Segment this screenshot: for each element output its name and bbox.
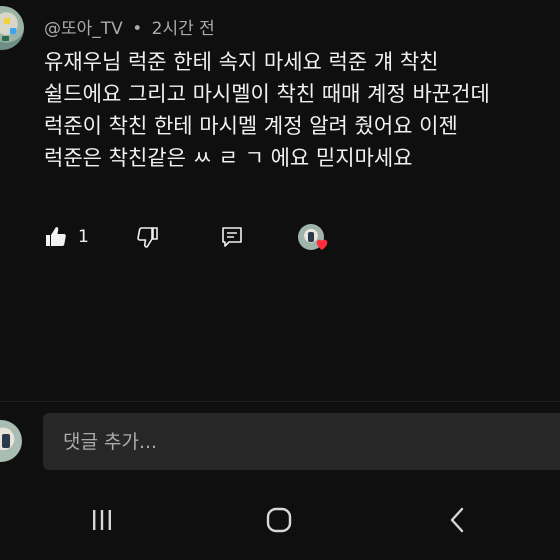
thumbs-up-icon xyxy=(46,227,66,246)
system-nav-bar xyxy=(0,480,560,560)
comment-screen: @또아_TV • 2시간 전 유재우님 럭준 한테 속지 마세요 럭준 걔 착친… xyxy=(0,0,560,560)
reply-icon xyxy=(222,227,242,247)
add-comment-input[interactable] xyxy=(43,413,560,470)
home-button[interactable] xyxy=(257,500,301,540)
like-button[interactable]: 1 xyxy=(44,222,89,252)
back-button[interactable] xyxy=(436,500,480,540)
comment-line: 럭준은 착친같은 ㅆ ㄹ ㄱ 에요 믿지마세요 xyxy=(44,146,413,170)
recents-icon xyxy=(93,510,111,530)
home-icon xyxy=(266,507,292,533)
comment-line: 럭준이 착친 한테 마시멜 계정 알려 줬어요 이젠 xyxy=(44,114,458,138)
comment-meta: @또아_TV • 2시간 전 xyxy=(44,14,215,39)
comment-line: 유재우님 럭준 한테 속지 마세요 럭준 걔 착친 xyxy=(44,50,439,74)
thumbs-down-icon xyxy=(137,227,158,248)
reply-button[interactable] xyxy=(220,222,244,252)
comment-line: 쉴드에요 그리고 마시멜이 착친 때매 계정 바꾼건데 xyxy=(44,82,490,106)
back-icon xyxy=(450,507,464,533)
comment-author[interactable]: @또아_TV xyxy=(44,19,123,39)
user-avatar xyxy=(0,420,22,462)
creator-heart xyxy=(298,222,328,252)
commenter-avatar[interactable] xyxy=(0,6,24,50)
heart-icon xyxy=(316,239,328,250)
meta-separator: • xyxy=(132,19,143,39)
comment-body: 유재우님 럭준 한테 속지 마세요 럭준 걔 착친 쉴드에요 그리고 마시멜이 … xyxy=(44,46,554,174)
creator-avatar xyxy=(298,224,328,250)
comment-time: 2시간 전 xyxy=(151,19,215,39)
recents-button[interactable] xyxy=(80,500,124,540)
like-count: 1 xyxy=(78,227,89,247)
dislike-button[interactable] xyxy=(136,222,160,252)
divider xyxy=(0,401,560,402)
